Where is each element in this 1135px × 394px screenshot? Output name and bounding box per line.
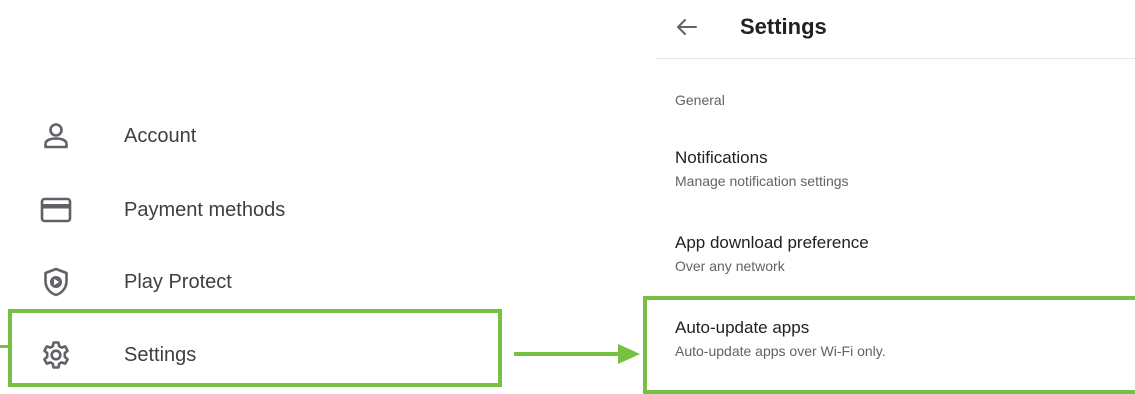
setting-app-download-preference[interactable]: App download preference Over any network (655, 233, 1135, 293)
credit-card-icon (39, 193, 73, 227)
menu-item-label: Account (124, 124, 197, 147)
setting-title: Notifications (675, 148, 768, 167)
annotation-arrow-head-icon (618, 344, 640, 364)
setting-subtitle: Manage notification settings (675, 173, 849, 189)
menu-item-payment-methods[interactable]: Payment methods (0, 180, 520, 240)
setting-notifications[interactable]: Notifications Manage notification settin… (655, 148, 1135, 208)
setting-subtitle: Over any network (675, 258, 785, 274)
menu-item-label: Play Protect (124, 270, 232, 293)
app-bar: Settings (655, 0, 1135, 59)
shield-play-icon (39, 265, 73, 299)
auto-update-highlight-box (643, 296, 1135, 394)
page-title: Settings (740, 14, 827, 39)
menu-item-play-protect[interactable]: Play Protect (0, 252, 520, 312)
annotation-arrow-shaft (514, 352, 624, 356)
section-header-general: General (675, 92, 725, 108)
back-arrow-icon[interactable] (674, 14, 700, 40)
menu-item-label: Payment methods (124, 198, 286, 221)
person-icon (39, 119, 73, 153)
menu-item-account[interactable]: Account (0, 106, 520, 166)
settings-highlight-box (8, 309, 502, 387)
setting-title: App download preference (675, 233, 869, 252)
